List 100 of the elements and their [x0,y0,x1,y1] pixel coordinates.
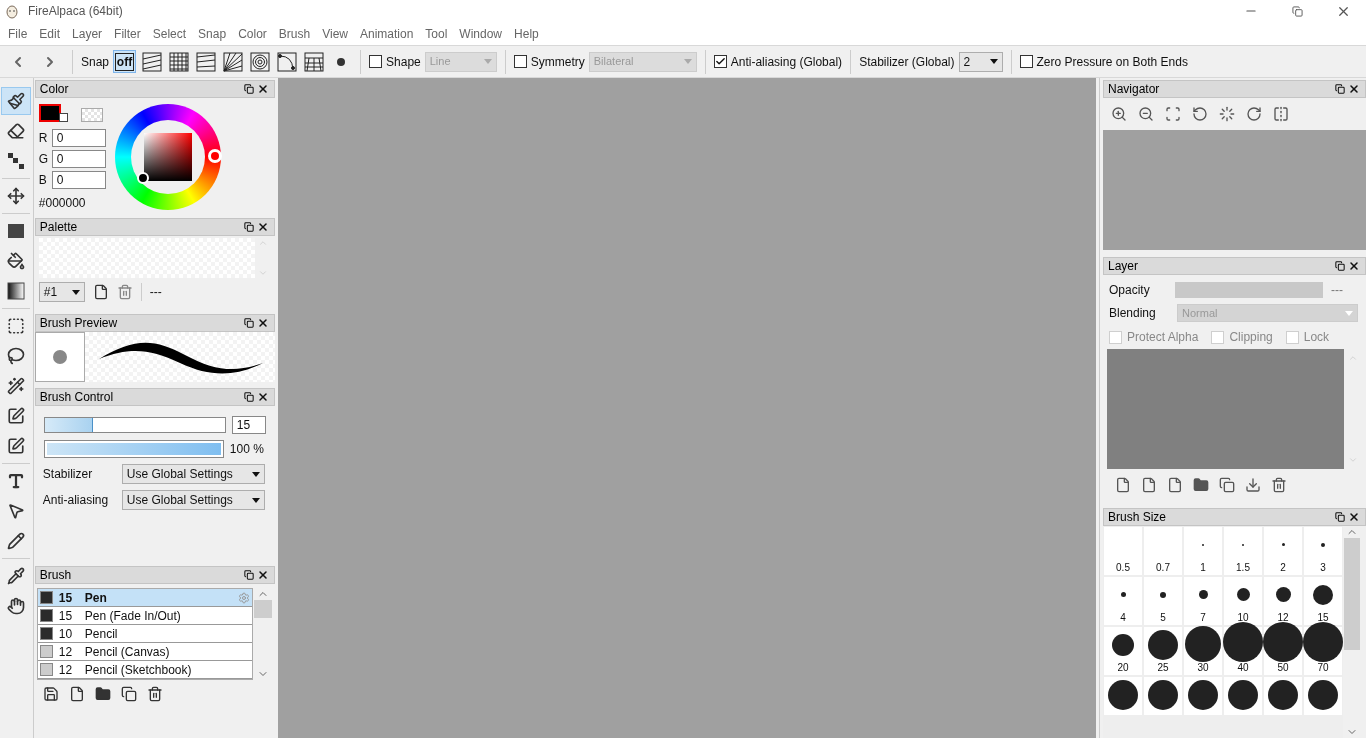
size-slider[interactable] [43,417,226,433]
snap-mode-button[interactable] [302,50,326,73]
brush-size-cell[interactable]: 15 [1304,577,1342,625]
close-button[interactable] [1347,259,1361,273]
duplicate-icon[interactable] [120,686,137,702]
brush-size-cell[interactable] [1264,677,1302,715]
brush-size-cell[interactable]: 3 [1304,527,1342,575]
delete-icon[interactable] [1271,477,1287,493]
snap-mode-button[interactable] [167,50,191,73]
channel-field[interactable]: 0 [51,150,106,168]
new-layer-icon[interactable] [1141,477,1157,493]
brush-size-cell[interactable]: 1.5 [1224,527,1262,575]
menu-item[interactable]: Animation [353,24,420,43]
background-color-swatch[interactable] [58,113,68,122]
brush-size-cell[interactable]: 5 [1144,577,1182,625]
folder-icon[interactable] [1193,477,1209,493]
scrollbar-thumb[interactable] [253,600,272,618]
checkbox[interactable] [1019,55,1033,68]
menu-item[interactable]: Tool [419,24,454,43]
undock-button[interactable] [241,390,256,404]
brush-size-cell[interactable]: 1 [1184,527,1222,575]
rotate-left-icon[interactable] [1192,106,1208,122]
snap-mode-button[interactable] [221,50,245,73]
menu-item[interactable]: Select [146,24,193,43]
duplicate-icon[interactable] [1219,477,1235,493]
snap-mode-button[interactable] [194,50,218,73]
preset-row[interactable]: 15 Pen [37,589,252,607]
close-button[interactable] [1347,510,1361,524]
palette-dropdown[interactable]: #1 [38,282,85,302]
size-field[interactable]: 15 [231,416,266,434]
menu-item[interactable]: View [316,24,354,43]
zoom-out-icon[interactable] [1138,106,1154,122]
undock-button[interactable] [241,220,256,234]
new-page-icon[interactable] [68,686,85,702]
new-layer-icon[interactable] [1115,477,1131,493]
scrollbar-thumb[interactable] [1344,538,1360,650]
setting-dropdown[interactable]: Use Global Settings [121,464,265,484]
new-layer-icon[interactable] [1167,477,1183,493]
flip-icon[interactable] [1273,106,1289,122]
preset-size: 12 [57,643,74,661]
snap-mode-button[interactable]: off [113,50,137,73]
brush-size-cell[interactable]: 12 [1264,577,1302,625]
close-button[interactable] [1347,82,1361,96]
brush-size-cell[interactable]: 0.7 [1144,527,1182,575]
fit-view-icon[interactable] [1165,106,1181,122]
preset-row[interactable]: 10 Pencil [37,625,252,643]
channel-field[interactable]: 0 [51,129,106,147]
undock-button[interactable] [241,316,256,330]
brush-size-cell[interactable] [1304,677,1342,715]
new-page-icon[interactable] [92,284,109,300]
brush-size-cell[interactable] [1104,677,1142,715]
brush-size-cell[interactable]: 30 [1184,627,1222,675]
brush-size-cell[interactable]: 0.5 [1104,527,1142,575]
checkbox[interactable] [713,55,727,68]
brush-size-cell[interactable]: 25 [1144,627,1182,675]
channel-field[interactable]: 0 [51,171,106,189]
checkbox[interactable] [369,55,383,68]
preset-row[interactable]: 12 Pencil (Sketchbook) [37,661,252,679]
preset-row[interactable]: 15 Pen (Fade In/Out) [37,607,252,625]
snap-mode-button[interactable] [140,50,164,73]
preset-row[interactable]: 12 Pencil (Canvas) [37,643,252,661]
undock-button[interactable] [241,82,256,96]
zoom-in-icon[interactable] [1111,106,1127,122]
brush-size-cell[interactable]: 7 [1184,577,1222,625]
menu-item[interactable]: File [2,24,34,43]
merge-down-icon[interactable] [1245,477,1261,493]
brush-size-cell[interactable] [1144,677,1182,715]
stabilizer-dropdown[interactable]: 2 [958,51,1003,72]
rotate-right-icon[interactable] [1246,106,1262,122]
snap-mode-button[interactable] [275,50,299,73]
setting-dropdown[interactable]: Use Global Settings [121,490,265,510]
undock-button[interactable] [1333,259,1347,273]
menu-item[interactable]: Layer [66,24,109,43]
menu-item[interactable]: Edit [33,24,67,43]
menu-item[interactable]: Snap [192,24,233,43]
delete-icon[interactable] [146,686,163,702]
brush-size-cell[interactable] [1184,677,1222,715]
undock-button[interactable] [1333,510,1347,524]
brush-size-cell[interactable]: 4 [1104,577,1142,625]
transparent-swatch[interactable] [80,108,103,122]
brush-size-cell[interactable] [1224,677,1262,715]
folder-icon[interactable] [94,686,111,702]
menu-item[interactable]: Color [232,24,273,43]
brush-size-cell[interactable]: 20 [1104,627,1142,675]
checkbox[interactable] [513,55,527,68]
brush-size-cell[interactable]: 10 [1224,577,1262,625]
menu-item[interactable]: Filter [108,24,147,43]
menu-item[interactable]: Window [453,24,509,43]
tool-button[interactable] [1,87,32,115]
snap-mode-button[interactable] [248,50,272,73]
undock-button[interactable] [241,568,256,582]
saturation-square[interactable] [143,133,192,181]
undock-button[interactable] [1333,82,1347,96]
save-icon[interactable] [42,686,59,702]
foreground-color-swatch[interactable] [38,104,61,122]
menu-item[interactable]: Help [508,24,545,43]
brush-size-cell[interactable]: 2 [1264,527,1302,575]
menu-item[interactable]: Brush [272,24,317,43]
reset-rotation-icon[interactable] [1219,106,1235,122]
hue-handle[interactable] [207,149,222,163]
